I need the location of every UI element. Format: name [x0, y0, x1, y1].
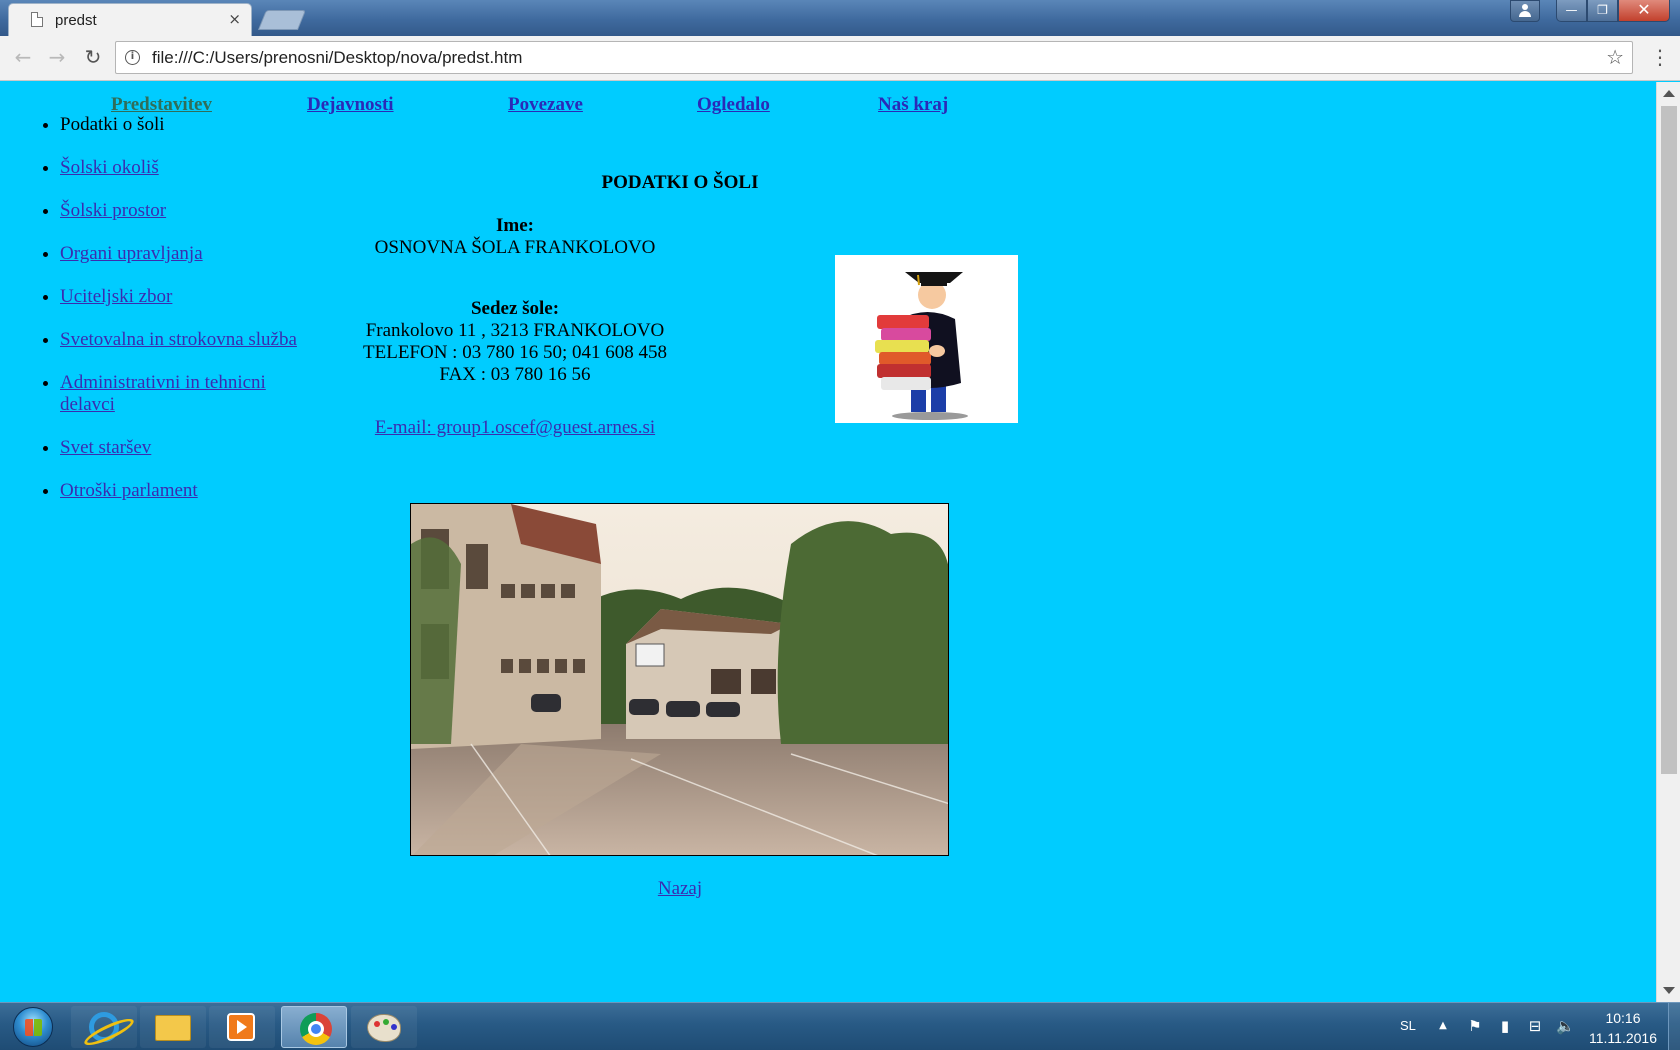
address-text: Frankolovo 11 , 3213 FRANKOLOVO	[365, 320, 665, 341]
volume-icon[interactable]: 🔈	[1556, 1017, 1575, 1035]
page-viewport: Predstavitev Dejavnosti Povezave Ogledal…	[0, 82, 1656, 1002]
taskbar: SL ▲ ⚑ ▮ ⊟ 🔈 10:16 11.11.2016	[0, 1002, 1680, 1050]
school-name-block: Ime: OSNOVNA ŠOLA FRANKOLOVO	[335, 215, 695, 259]
power-icon[interactable]: ▮	[1496, 1017, 1514, 1035]
action-center-flag-icon[interactable]: ⚑	[1466, 1017, 1484, 1035]
clock-time: 10:16	[1605, 1010, 1641, 1026]
side-item-zbor: Uciteljski zbor	[60, 286, 300, 308]
name-value: OSNOVNA ŠOLA FRANKOLOVO	[374, 237, 656, 258]
school-building-photo	[410, 503, 949, 856]
media-player-icon	[227, 1013, 255, 1041]
side-item-prostor: Šolski prostor	[60, 200, 300, 222]
graduate-illustration	[875, 272, 968, 420]
side-item-parlament: Otroški parlament	[60, 480, 300, 502]
nav-predstavitev[interactable]: Predstavitev	[111, 94, 212, 116]
tab-title: predst	[55, 12, 97, 29]
nav-nas-kraj[interactable]: Naš kraj	[878, 94, 948, 116]
browser-titlebar: predst × — ❐ ✕	[0, 0, 1680, 36]
side-link-svetovalna[interactable]: Svetovalna in strokovna služba	[60, 329, 297, 350]
system-clock[interactable]: 10:16 11.11.2016	[1578, 1008, 1668, 1048]
graduate-clipart-image	[835, 255, 1018, 423]
minimize-button[interactable]: —	[1556, 0, 1587, 22]
side-item-podatki: Podatki o šoli	[60, 114, 300, 136]
side-link-zbor[interactable]: Uciteljski zbor	[60, 286, 172, 307]
phone-text: TELEFON : 03 780 16 50; 041 608 458	[363, 342, 667, 363]
scroll-down-icon[interactable]	[1663, 987, 1675, 994]
back-link-block: Nazaj	[600, 878, 760, 900]
taskbar-internet-explorer[interactable]	[71, 1006, 137, 1048]
side-item-organi: Organi upravljanja	[60, 243, 300, 265]
side-link-administrativni[interactable]: Administrativni in tehnicni delavci	[60, 372, 266, 415]
back-link[interactable]: Nazaj	[658, 878, 702, 899]
address-bar[interactable]: i file:///C:/Users/prenosni/Desktop/nova…	[115, 41, 1633, 74]
network-icon[interactable]: ⊟	[1526, 1017, 1544, 1035]
window-controls: — ❐ ✕	[1556, 0, 1670, 22]
school-photo-illustration	[411, 504, 948, 855]
forward-button[interactable]: →	[44, 45, 70, 71]
side-item-administrativni: Administrativni in tehnicni delavci	[60, 372, 300, 416]
url-text[interactable]: file:///C:/Users/prenosni/Desktop/nova/p…	[152, 48, 522, 68]
taskbar-media-player[interactable]	[209, 1006, 275, 1048]
new-tab-button[interactable]	[257, 10, 307, 30]
side-item-svet-starsev: Svet staršev	[60, 437, 300, 459]
user-icon	[1519, 4, 1531, 18]
user-profile-button[interactable]	[1510, 0, 1540, 22]
bookmark-star-icon[interactable]: ☆	[1606, 45, 1624, 69]
windows-logo-icon	[13, 1007, 53, 1047]
scroll-thumb[interactable]	[1661, 106, 1677, 774]
taskbar-paint[interactable]	[351, 1006, 417, 1048]
side-link-organi[interactable]: Organi upravljanja	[60, 243, 203, 264]
nav-ogledalo[interactable]: Ogledalo	[697, 94, 770, 116]
side-link-okolis[interactable]: Šolski okoliš	[60, 157, 159, 178]
folder-icon	[155, 1015, 191, 1041]
show-desktop-button[interactable]	[1668, 1003, 1680, 1050]
info-icon[interactable]: i	[125, 50, 140, 65]
browser-toolbar: ← → ↻ i file:///C:/Users/prenosni/Deskto…	[0, 36, 1680, 81]
reload-button[interactable]: ↻	[80, 45, 106, 71]
browser-menu-icon[interactable]: ⋮	[1650, 45, 1670, 71]
language-indicator[interactable]: SL	[1400, 1018, 1416, 1033]
back-button[interactable]: ←	[10, 45, 36, 71]
maximize-button[interactable]: ❐	[1587, 0, 1618, 22]
school-seat-block: Sedez šole: Frankolovo 11 , 3213 FRANKOL…	[335, 298, 695, 386]
start-button[interactable]	[6, 1006, 60, 1048]
email-link[interactable]: E-mail: group1.oscef@guest.arnes.si	[375, 417, 655, 438]
clock-date: 11.11.2016	[1589, 1030, 1657, 1046]
page-icon	[31, 12, 43, 27]
paint-icon	[367, 1014, 401, 1042]
side-item-svetovalna: Svetovalna in strokovna služba	[60, 329, 300, 351]
internet-explorer-icon	[89, 1012, 119, 1042]
nav-dejavnosti[interactable]: Dejavnosti	[307, 94, 394, 116]
nav-povezave[interactable]: Povezave	[508, 94, 583, 116]
side-link-prostor[interactable]: Šolski prostor	[60, 200, 166, 221]
tab-close-icon[interactable]: ×	[228, 10, 241, 28]
side-link-parlament[interactable]: Otroški parlament	[60, 480, 198, 501]
scroll-up-icon[interactable]	[1663, 90, 1675, 97]
fax-text: FAX : 03 780 16 56	[439, 364, 591, 385]
side-item-okolis: Šolski okoliš	[60, 157, 300, 179]
side-navigation: Podatki o šoli Šolski okoliš Šolski pros…	[40, 114, 300, 523]
close-button[interactable]: ✕	[1618, 0, 1670, 22]
vertical-scrollbar[interactable]	[1656, 82, 1680, 1002]
page-title: PODATKI O ŠOLI	[601, 172, 759, 193]
seat-label: Sedez šole:	[470, 298, 560, 319]
email-block: E-mail: group1.oscef@guest.arnes.si	[335, 417, 695, 439]
show-hidden-icons[interactable]: ▲	[1434, 1017, 1452, 1035]
name-label: Ime:	[496, 215, 534, 236]
browser-tab[interactable]: predst ×	[8, 3, 252, 36]
side-link-svet-starsev[interactable]: Svet staršev	[60, 437, 151, 458]
taskbar-file-explorer[interactable]	[140, 1006, 206, 1048]
chrome-icon	[300, 1013, 332, 1045]
taskbar-chrome[interactable]	[281, 1006, 347, 1048]
